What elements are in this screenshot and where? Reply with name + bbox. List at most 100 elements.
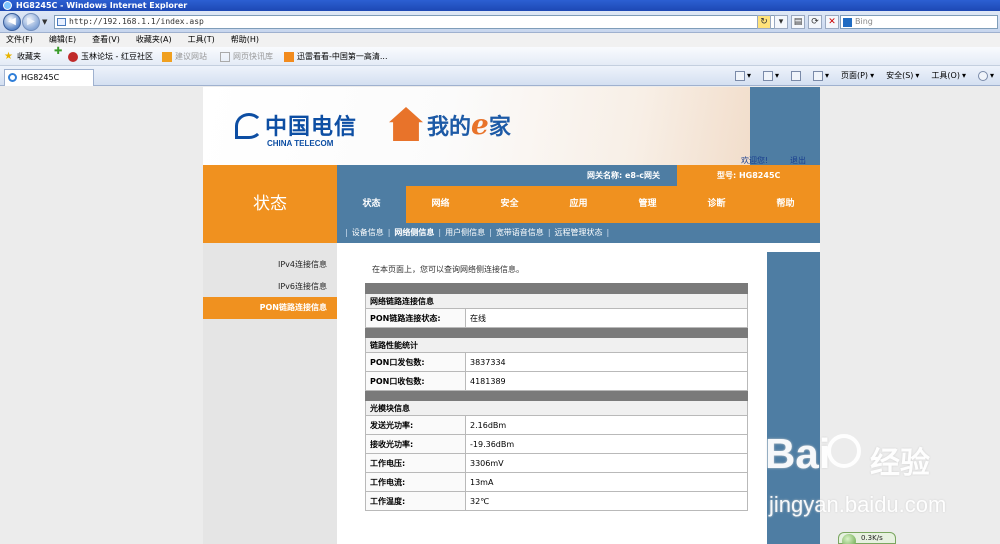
nav-security[interactable]: 安全 bbox=[475, 186, 544, 223]
mail-button[interactable] bbox=[790, 70, 801, 82]
section-header: 网络链路连接信息 bbox=[365, 293, 748, 309]
fav-link-label: 网页快讯库 bbox=[233, 52, 273, 61]
router-admin-frame: 中国电信 CHINA TELECOM 我的e家 欢迎您! 退出 状态 网关名称:… bbox=[203, 87, 820, 544]
row-label: PON链路连接状态: bbox=[365, 308, 466, 328]
ehome-text-e: e bbox=[471, 107, 489, 141]
search-input[interactable]: Bing bbox=[840, 15, 998, 29]
row-value: 3837334 bbox=[465, 352, 748, 372]
menu-pon-link-info[interactable]: PON链路连接信息 bbox=[203, 297, 337, 319]
my-ehome-logo: 我的e家 bbox=[389, 107, 511, 141]
telecom-swirl-icon bbox=[235, 113, 263, 139]
watermark-cn: 经验 bbox=[870, 446, 930, 481]
safety-menu-button[interactable]: 安全(S) ▾ bbox=[886, 70, 919, 82]
nav-help[interactable]: 帮助 bbox=[751, 186, 820, 223]
fav-link-label: 迅雷看看-中国第一高清... bbox=[297, 52, 388, 61]
fav-link-xunlei[interactable]: 迅雷看看-中国第一高清... bbox=[284, 47, 388, 66]
menu-ipv4-conn-info[interactable]: IPv4连接信息 bbox=[203, 254, 337, 276]
table-row: 工作电压: 3306mV bbox=[365, 453, 748, 473]
rss-icon[interactable]: ▤ bbox=[791, 15, 805, 29]
tab-hg8245c[interactable]: HG8245C bbox=[4, 69, 94, 86]
add-favorite-button[interactable]: ✚ bbox=[54, 47, 64, 57]
menu-ipv6-conn-info[interactable]: IPv6连接信息 bbox=[203, 276, 337, 298]
sub-nav: | 设备信息 | 网络侧信息 | 用户侧信息 | 宽带语音信息 | 远程管理状态… bbox=[337, 223, 820, 243]
nav-status[interactable]: 状态 bbox=[337, 186, 406, 223]
row-label: 发送光功率: bbox=[365, 415, 466, 435]
url-input[interactable]: http://192.168.1.1/index.asp bbox=[54, 15, 784, 29]
table-row: 工作电流: 13mA bbox=[365, 472, 748, 492]
ehome-text-pre: 我的 bbox=[427, 113, 472, 140]
subnav-device-info[interactable]: 设备信息 bbox=[352, 223, 384, 243]
menu-favorites[interactable]: 收藏夹(A) bbox=[136, 33, 172, 47]
url-text: http://192.168.1.1/index.asp bbox=[69, 17, 204, 26]
row-label: PON口发包数: bbox=[365, 352, 466, 372]
subnav-remote-mgmt-status[interactable]: 远程管理状态 bbox=[555, 223, 603, 243]
table-row: 发送光功率: 2.16dBm bbox=[365, 415, 748, 435]
table-row: 接收光功率: -19.36dBm bbox=[365, 434, 748, 454]
nav-diagnostics[interactable]: 诊断 bbox=[682, 186, 751, 223]
table-row: PON口发包数: 3837334 bbox=[365, 352, 748, 372]
menu-file[interactable]: 文件(F) bbox=[6, 33, 33, 47]
nav-application[interactable]: 应用 bbox=[544, 186, 613, 223]
brand-cn: 中国电信 bbox=[265, 114, 358, 140]
subnav-voice-info[interactable]: 宽带语音信息 bbox=[496, 223, 544, 243]
section-header: 链路性能统计 bbox=[365, 337, 748, 353]
fav-link-yulin[interactable]: 玉林论坛 - 红豆社区 bbox=[68, 47, 153, 66]
fav-link-suggested[interactable]: 建议网站 bbox=[162, 47, 207, 66]
row-label: 工作温度: bbox=[365, 491, 466, 511]
favorites-button[interactable]: ★ 收藏夹 bbox=[4, 47, 41, 66]
mail-icon bbox=[790, 71, 801, 81]
forward-button[interactable]: ▶ bbox=[22, 13, 40, 31]
device-model: 型号: HG8245C bbox=[677, 165, 820, 186]
table-divider bbox=[365, 327, 748, 338]
table-divider bbox=[365, 390, 748, 401]
subnav-user-side-info[interactable]: 用户侧信息 bbox=[445, 223, 485, 243]
row-label: 工作电流: bbox=[365, 472, 466, 492]
history-dropdown-icon[interactable]: ▼ bbox=[42, 18, 47, 26]
row-value: 13mA bbox=[465, 472, 748, 492]
net-speed-widget[interactable]: 0.3K/s bbox=[838, 532, 896, 544]
fav-link-webslice[interactable]: 网页快讯库 bbox=[220, 47, 273, 66]
page-header: 中国电信 CHINA TELECOM 我的e家 欢迎您! 退出 bbox=[203, 87, 820, 165]
row-value: 在线 bbox=[465, 308, 748, 328]
menu-edit[interactable]: 编辑(E) bbox=[49, 33, 76, 47]
tab-label: HG8245C bbox=[21, 73, 60, 82]
pon-info-table: 网络链路连接信息 PON链路连接状态: 在线 链路性能统计 PON口发包数: 3… bbox=[365, 283, 748, 511]
web-slice-icon bbox=[220, 51, 230, 62]
menu-tools[interactable]: 工具(T) bbox=[188, 33, 215, 47]
suggested-sites-icon bbox=[162, 51, 172, 62]
table-row: PON口收包数: 4181389 bbox=[365, 371, 748, 391]
home-button[interactable]: ▾ bbox=[734, 70, 751, 82]
row-value: 3306mV bbox=[465, 453, 748, 473]
feeds-button[interactable]: ▾ bbox=[762, 70, 779, 82]
print-icon bbox=[812, 71, 823, 81]
menu-help[interactable]: 帮助(H) bbox=[231, 33, 259, 47]
favorites-label: 收藏夹 bbox=[17, 52, 41, 61]
subnav-network-side-info[interactable]: 网络侧信息 bbox=[394, 223, 434, 243]
back-button[interactable]: ◀ bbox=[3, 13, 21, 31]
speed-ball-icon bbox=[842, 534, 856, 544]
row-value: 4181389 bbox=[465, 371, 748, 391]
address-dropdown-icon[interactable]: ▾ bbox=[774, 15, 788, 29]
refresh-icon[interactable]: ⟳ bbox=[808, 15, 822, 29]
section-header: 光模块信息 bbox=[365, 400, 748, 416]
help-button[interactable]: ▾ bbox=[977, 70, 994, 82]
gateway-name: 网关名称: e8-c网关 bbox=[587, 171, 661, 180]
logout-link[interactable]: 退出 bbox=[790, 155, 806, 165]
compat-view-icon[interactable]: ↻ bbox=[757, 15, 771, 29]
ehome-house-icon bbox=[389, 107, 423, 141]
favorites-bar: ★ 收藏夹 ✚ 玉林论坛 - 红豆社区 建议网站 网页快讯库 迅雷看看-中国第一… bbox=[0, 47, 1000, 66]
page-menu-button[interactable]: 页面(P) ▾ bbox=[841, 70, 874, 82]
net-speed-value: 0.3K/s bbox=[861, 534, 883, 542]
table-row: 工作温度: 32℃ bbox=[365, 491, 748, 511]
xunlei-icon bbox=[284, 51, 294, 62]
row-label: PON口收包数: bbox=[365, 371, 466, 391]
row-value: 2.16dBm bbox=[465, 415, 748, 435]
stop-icon[interactable]: ✕ bbox=[825, 15, 839, 29]
search-placeholder: Bing bbox=[855, 17, 873, 26]
nav-network[interactable]: 网络 bbox=[406, 186, 475, 223]
print-button[interactable]: ▾ bbox=[812, 70, 829, 82]
fav-link-label: 玉林论坛 - 红豆社区 bbox=[81, 52, 153, 61]
nav-management[interactable]: 管理 bbox=[613, 186, 682, 223]
tools-menu-button[interactable]: 工具(O) ▾ bbox=[931, 70, 966, 82]
menu-view[interactable]: 查看(V) bbox=[92, 33, 120, 47]
